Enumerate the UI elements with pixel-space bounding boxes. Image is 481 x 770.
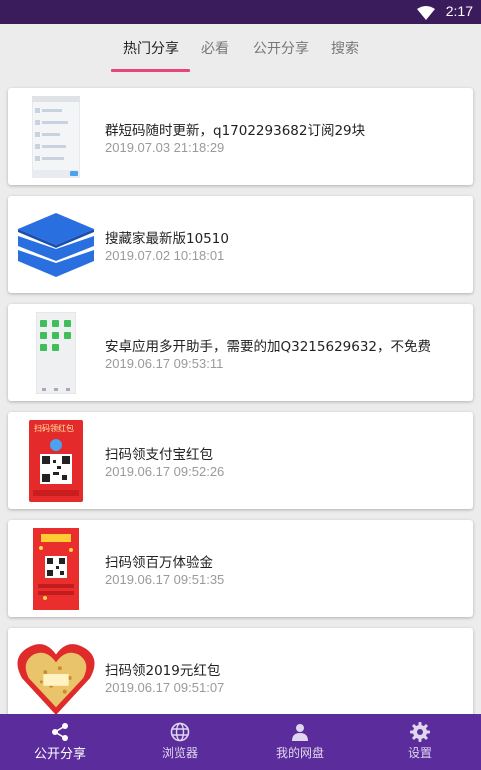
list-item[interactable]: 安卓应用多开助手，需要的加Q3215629632，不免费 2019.06.17 … — [8, 304, 473, 401]
item-title: 扫码领2019元红包 — [105, 663, 221, 679]
nav-label: 设置 — [407, 746, 432, 760]
tab-hot-share[interactable]: 热门分享 — [123, 38, 179, 58]
nav-public-share[interactable]: 公开分享 — [0, 714, 120, 770]
heart-red-packet-image — [16, 636, 96, 718]
item-title: 群短码随时更新，q1702293682订阅29块 — [105, 123, 366, 139]
status-time: 2:17 — [445, 3, 473, 19]
list-item[interactable]: 扫码领2019元红包 2019.06.17 09:51:07 — [8, 628, 473, 725]
tab-indicator — [111, 69, 190, 72]
item-time: 2019.06.17 09:52:26 — [105, 464, 225, 479]
tab-bar: 热门分享 必看 公开分享 搜索 — [0, 24, 481, 74]
nav-browser[interactable]: 浏览器 — [120, 714, 240, 770]
red-packet-qr-poster: 扫码领红包 — [16, 420, 96, 502]
red-qr-poster — [16, 528, 96, 610]
layers-app-icon — [16, 204, 96, 286]
nav-label: 公开分享 — [33, 747, 86, 762]
item-time: 2019.07.03 21:18:29 — [105, 140, 225, 155]
item-time: 2019.06.17 09:51:07 — [105, 680, 225, 695]
item-title: 扫码领百万体验金 — [105, 555, 213, 571]
list-item[interactable]: 搜藏家最新版10510 2019.07.02 10:18:01 — [8, 196, 473, 293]
bottom-navigation: 公开分享 浏览器 我的网盘 设置 — [0, 714, 481, 770]
item-time: 2019.06.17 09:53:11 — [105, 356, 224, 371]
chat-screenshot-thumbnail — [16, 96, 96, 178]
tab-public-share[interactable]: 公开分享 — [253, 38, 309, 58]
item-time: 2019.06.17 09:51:35 — [105, 572, 225, 587]
item-title: 搜藏家最新版10510 — [105, 231, 229, 247]
poster-banner-text: 扫码领红包 — [34, 423, 74, 433]
tab-search[interactable]: 搜索 — [331, 38, 359, 58]
wifi-icon — [417, 5, 435, 24]
gear-icon — [410, 722, 430, 746]
status-bar: 2:17 — [0, 0, 481, 24]
tab-must-see[interactable]: 必看 — [201, 38, 229, 58]
app-grid-screenshot-thumbnail — [16, 312, 96, 394]
nav-label: 我的网盘 — [275, 746, 324, 760]
list-item[interactable]: 群短码随时更新，q1702293682订阅29块 2019.07.03 21:1… — [8, 88, 473, 185]
nav-label: 浏览器 — [161, 746, 198, 760]
item-title: 扫码领支付宝红包 — [105, 447, 213, 463]
nav-settings[interactable]: 设置 — [360, 714, 480, 770]
person-icon — [290, 722, 310, 746]
list-item[interactable]: 扫码领百万体验金 2019.06.17 09:51:35 — [8, 520, 473, 617]
item-time: 2019.07.02 10:18:01 — [105, 248, 225, 263]
item-title: 安卓应用多开助手，需要的加Q3215629632，不免费 — [105, 339, 432, 355]
list-item[interactable]: 扫码领红包 扫码领支付宝红包 2019.06.17 09:52:26 — [8, 412, 473, 509]
nav-my-drive[interactable]: 我的网盘 — [240, 714, 360, 770]
globe-icon — [170, 722, 190, 746]
